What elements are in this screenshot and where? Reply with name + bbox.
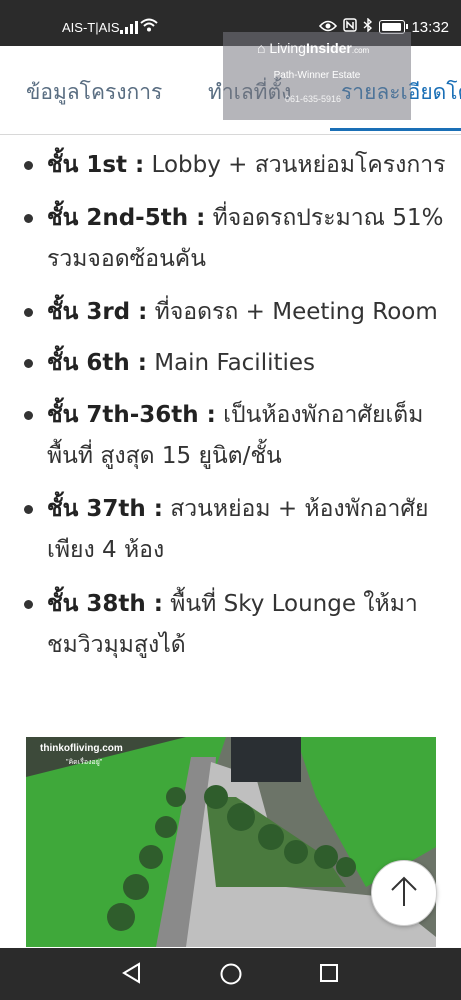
clock: 13:32 xyxy=(411,18,449,36)
list-item: ชั้น 7th-36th : เป็นห้องพักอาศัยเต็มพื้น… xyxy=(24,395,447,477)
active-tab-indicator xyxy=(330,128,461,131)
photo-credit: thinkofliving.com xyxy=(40,743,123,754)
home-circle-icon[interactable] xyxy=(219,962,243,990)
house-logo-icon: ⌂ xyxy=(257,40,266,56)
back-triangle-icon[interactable] xyxy=(121,962,143,988)
watermark: ⌂ LivingInsider.com Path-Winner Estate 0… xyxy=(223,32,411,120)
list-item: ชั้น 37th : สวนหย่อม + ห้องพักอาศัยเพียง… xyxy=(24,489,447,571)
watermark-brand: ⌂ LivingInsider.com xyxy=(257,40,370,56)
watermark-phone: 061-635-5916 xyxy=(285,94,342,104)
project-render-image: thinkofliving.com "คิดเรื่องอยู่" xyxy=(26,737,436,947)
list-item: ชั้น 2nd-5th : ที่จอดรถประมาณ 51% รวมจอด… xyxy=(24,198,447,280)
carrier-label: AIS-T|AIS xyxy=(62,20,120,35)
tab-project-info[interactable]: ข้อมูลโครงการ xyxy=(26,76,162,109)
list-item: ชั้น 1st : Lobby + สวนหย่อมโครงการ xyxy=(24,145,447,186)
wifi-icon xyxy=(140,18,158,37)
watermark-agent: Path-Winner Estate xyxy=(273,70,361,81)
recents-square-icon[interactable] xyxy=(318,962,340,988)
system-nav-bar xyxy=(0,948,461,1000)
arrow-up-icon xyxy=(389,874,419,912)
list-item: ชั้น 6th : Main Facilities xyxy=(24,343,447,384)
scroll-top-button[interactable] xyxy=(371,860,437,926)
signal-icon xyxy=(120,20,138,34)
list-item: ชั้น 38th : พื้นที่ Sky Lounge ให้มาชมวิ… xyxy=(24,584,447,666)
list-item: ชั้น 3rd : ที่จอดรถ + Meeting Room xyxy=(24,292,447,333)
photo-credit-subtitle: "คิดเรื่องอยู่" xyxy=(66,759,103,766)
